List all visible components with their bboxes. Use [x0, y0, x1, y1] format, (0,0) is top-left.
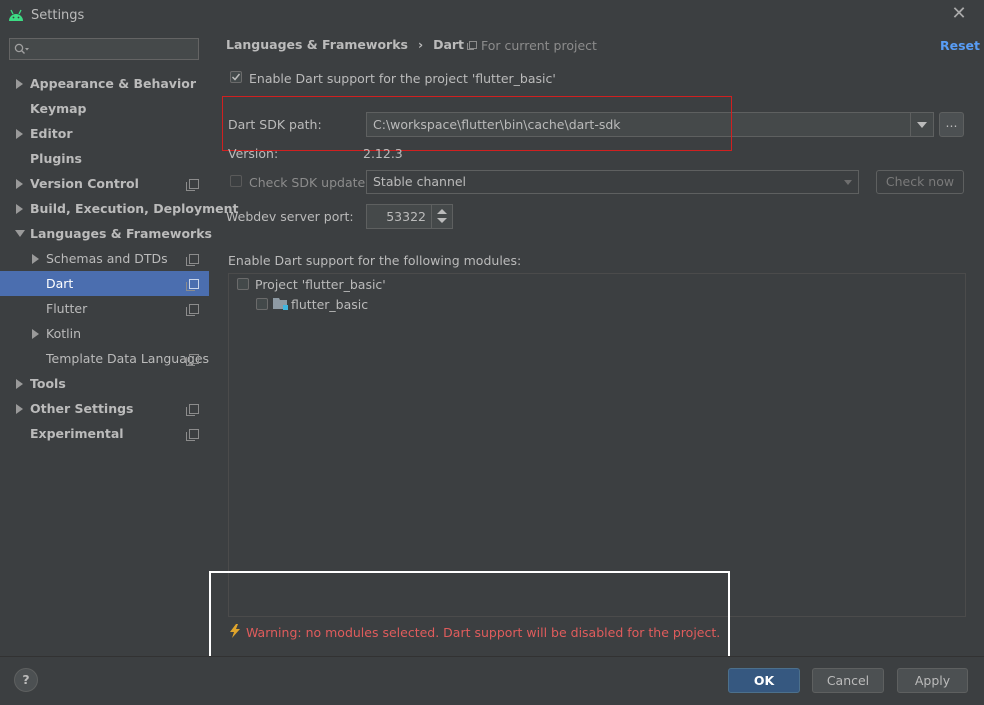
sidebar-item-flutter[interactable]: Flutter	[0, 296, 209, 321]
chevron-down-icon	[844, 180, 852, 185]
browse-button[interactable]: ...	[939, 112, 964, 137]
chevron-right-icon[interactable]	[32, 329, 39, 339]
chevron-right-icon[interactable]	[16, 179, 23, 189]
sidebar-item-label: Dart	[46, 276, 74, 291]
sidebar-item-label: Editor	[30, 126, 73, 141]
chevron-right-icon[interactable]	[32, 254, 39, 264]
sidebar-item-version-control[interactable]: Version Control	[0, 171, 209, 196]
chevron-right-icon[interactable]	[16, 404, 23, 414]
sidebar-item-label: Schemas and DTDs	[46, 251, 168, 266]
breadcrumb-parent[interactable]: Languages & Frameworks	[226, 37, 408, 52]
project-scope-icon	[186, 279, 199, 291]
chevron-down-icon[interactable]	[15, 230, 25, 237]
channel-select[interactable]: Stable channel	[366, 170, 859, 194]
chevron-right-icon[interactable]	[16, 129, 23, 139]
webdev-port-value: 53322	[386, 209, 426, 224]
search-input[interactable]	[9, 38, 199, 60]
search-icon	[14, 43, 29, 54]
webdev-port-spinner[interactable]: 53322	[366, 204, 453, 229]
enable-dart-label: Enable Dart support for the project 'flu…	[249, 71, 556, 86]
scope-label: For current project	[480, 38, 597, 53]
sidebar-item-label: Keymap	[30, 101, 87, 116]
sidebar-item-label: Flutter	[46, 301, 88, 316]
ok-button[interactable]: OK	[728, 668, 800, 693]
sidebar-item-experimental[interactable]: Experimental	[0, 421, 209, 446]
version-value: 2.12.3	[363, 146, 403, 161]
help-button[interactable]: ?	[14, 668, 38, 692]
check-update-label: Check SDK update:	[249, 175, 370, 190]
channel-value: Stable channel	[373, 174, 467, 189]
modules-tree: Project 'flutter_basic' flutter_basic	[228, 273, 966, 617]
enable-dart-checkbox[interactable]	[230, 71, 242, 83]
flutter-basic-label: flutter_basic	[291, 297, 369, 312]
project-scope-icon	[186, 179, 199, 191]
module-folder-icon	[273, 298, 288, 310]
dropdown-button[interactable]	[910, 113, 933, 136]
sidebar-item-keymap[interactable]: Keymap	[0, 96, 209, 121]
breadcrumb-current: Dart	[433, 37, 465, 52]
sidebar-item-label: Template Data Languages	[46, 351, 210, 366]
modules-label: Enable Dart support for the following mo…	[228, 253, 522, 268]
version-label: Version:	[228, 146, 279, 161]
sidebar-item-build[interactable]: Build, Execution, Deployment	[0, 196, 238, 221]
sidebar-item-template-data[interactable]: Template Data Languages	[0, 346, 209, 371]
check-update-checkbox[interactable]	[230, 175, 242, 187]
red-highlight-box	[222, 96, 732, 151]
window-title: Settings	[31, 8, 85, 23]
sidebar-item-label: Experimental	[30, 426, 124, 441]
apply-button[interactable]: Apply	[897, 668, 968, 693]
project-module-label: Project 'flutter_basic'	[255, 277, 386, 292]
sidebar-item-languages[interactable]: Languages & Frameworks	[0, 221, 212, 246]
sidebar-item-label: Languages & Frameworks	[30, 226, 212, 241]
project-scope-icon	[186, 404, 199, 416]
chevron-down-icon	[917, 122, 927, 128]
sidebar-item-label: Appearance & Behavior	[30, 76, 196, 91]
sidebar-item-label: Plugins	[30, 151, 82, 166]
project-module-checkbox[interactable]	[237, 278, 249, 290]
chevron-right-icon[interactable]	[16, 204, 23, 214]
sidebar-item-plugins[interactable]: Plugins	[0, 146, 209, 171]
reset-link[interactable]: Reset	[940, 38, 980, 53]
settings-tree: Appearance & Behavior Keymap Editor Plug…	[0, 71, 238, 451]
sidebar-item-appearance[interactable]: Appearance & Behavior	[0, 71, 209, 96]
breadcrumb-separator: ›	[417, 37, 424, 52]
sidebar-item-label: Other Settings	[30, 401, 134, 416]
breadcrumb: Languages & Frameworks › Dart	[226, 37, 464, 55]
project-scope-icon	[467, 41, 477, 51]
chevron-right-icon[interactable]	[16, 379, 23, 389]
sidebar-item-dart[interactable]: Dart	[0, 271, 209, 296]
chevron-down-icon[interactable]	[437, 218, 447, 223]
project-scope-icon	[186, 304, 199, 316]
sidebar-item-label: Kotlin	[46, 326, 81, 341]
spinner-buttons[interactable]	[431, 205, 452, 228]
flutter-basic-checkbox[interactable]	[256, 298, 268, 310]
sidebar-item-kotlin[interactable]: Kotlin	[0, 321, 209, 346]
sidebar-item-label: Build, Execution, Deployment	[30, 201, 239, 216]
chevron-up-icon[interactable]	[437, 209, 447, 214]
white-highlight-box	[209, 571, 730, 659]
sidebar-item-label: Tools	[30, 376, 66, 391]
sidebar-item-editor[interactable]: Editor	[0, 121, 209, 146]
sidebar-item-schemas[interactable]: Schemas and DTDs	[0, 246, 209, 271]
sidebar-item-other-settings[interactable]: Other Settings	[0, 396, 209, 421]
cancel-button[interactable]: Cancel	[812, 668, 884, 693]
chevron-right-icon[interactable]	[16, 79, 23, 89]
project-scope-icon	[186, 429, 199, 441]
check-now-button[interactable]: Check now	[876, 170, 964, 194]
scope-indicator: For current project	[467, 38, 597, 53]
android-icon	[9, 9, 23, 21]
project-scope-icon	[186, 354, 199, 366]
title-bar: Settings ✕	[0, 0, 984, 31]
sidebar-item-label: Version Control	[30, 176, 139, 191]
sidebar-item-tools[interactable]: Tools	[0, 371, 209, 396]
webdev-port-label: Webdev server port:	[226, 209, 354, 224]
project-scope-icon	[186, 254, 199, 266]
close-icon[interactable]: ✕	[950, 4, 968, 24]
checkmark-icon	[231, 73, 241, 81]
